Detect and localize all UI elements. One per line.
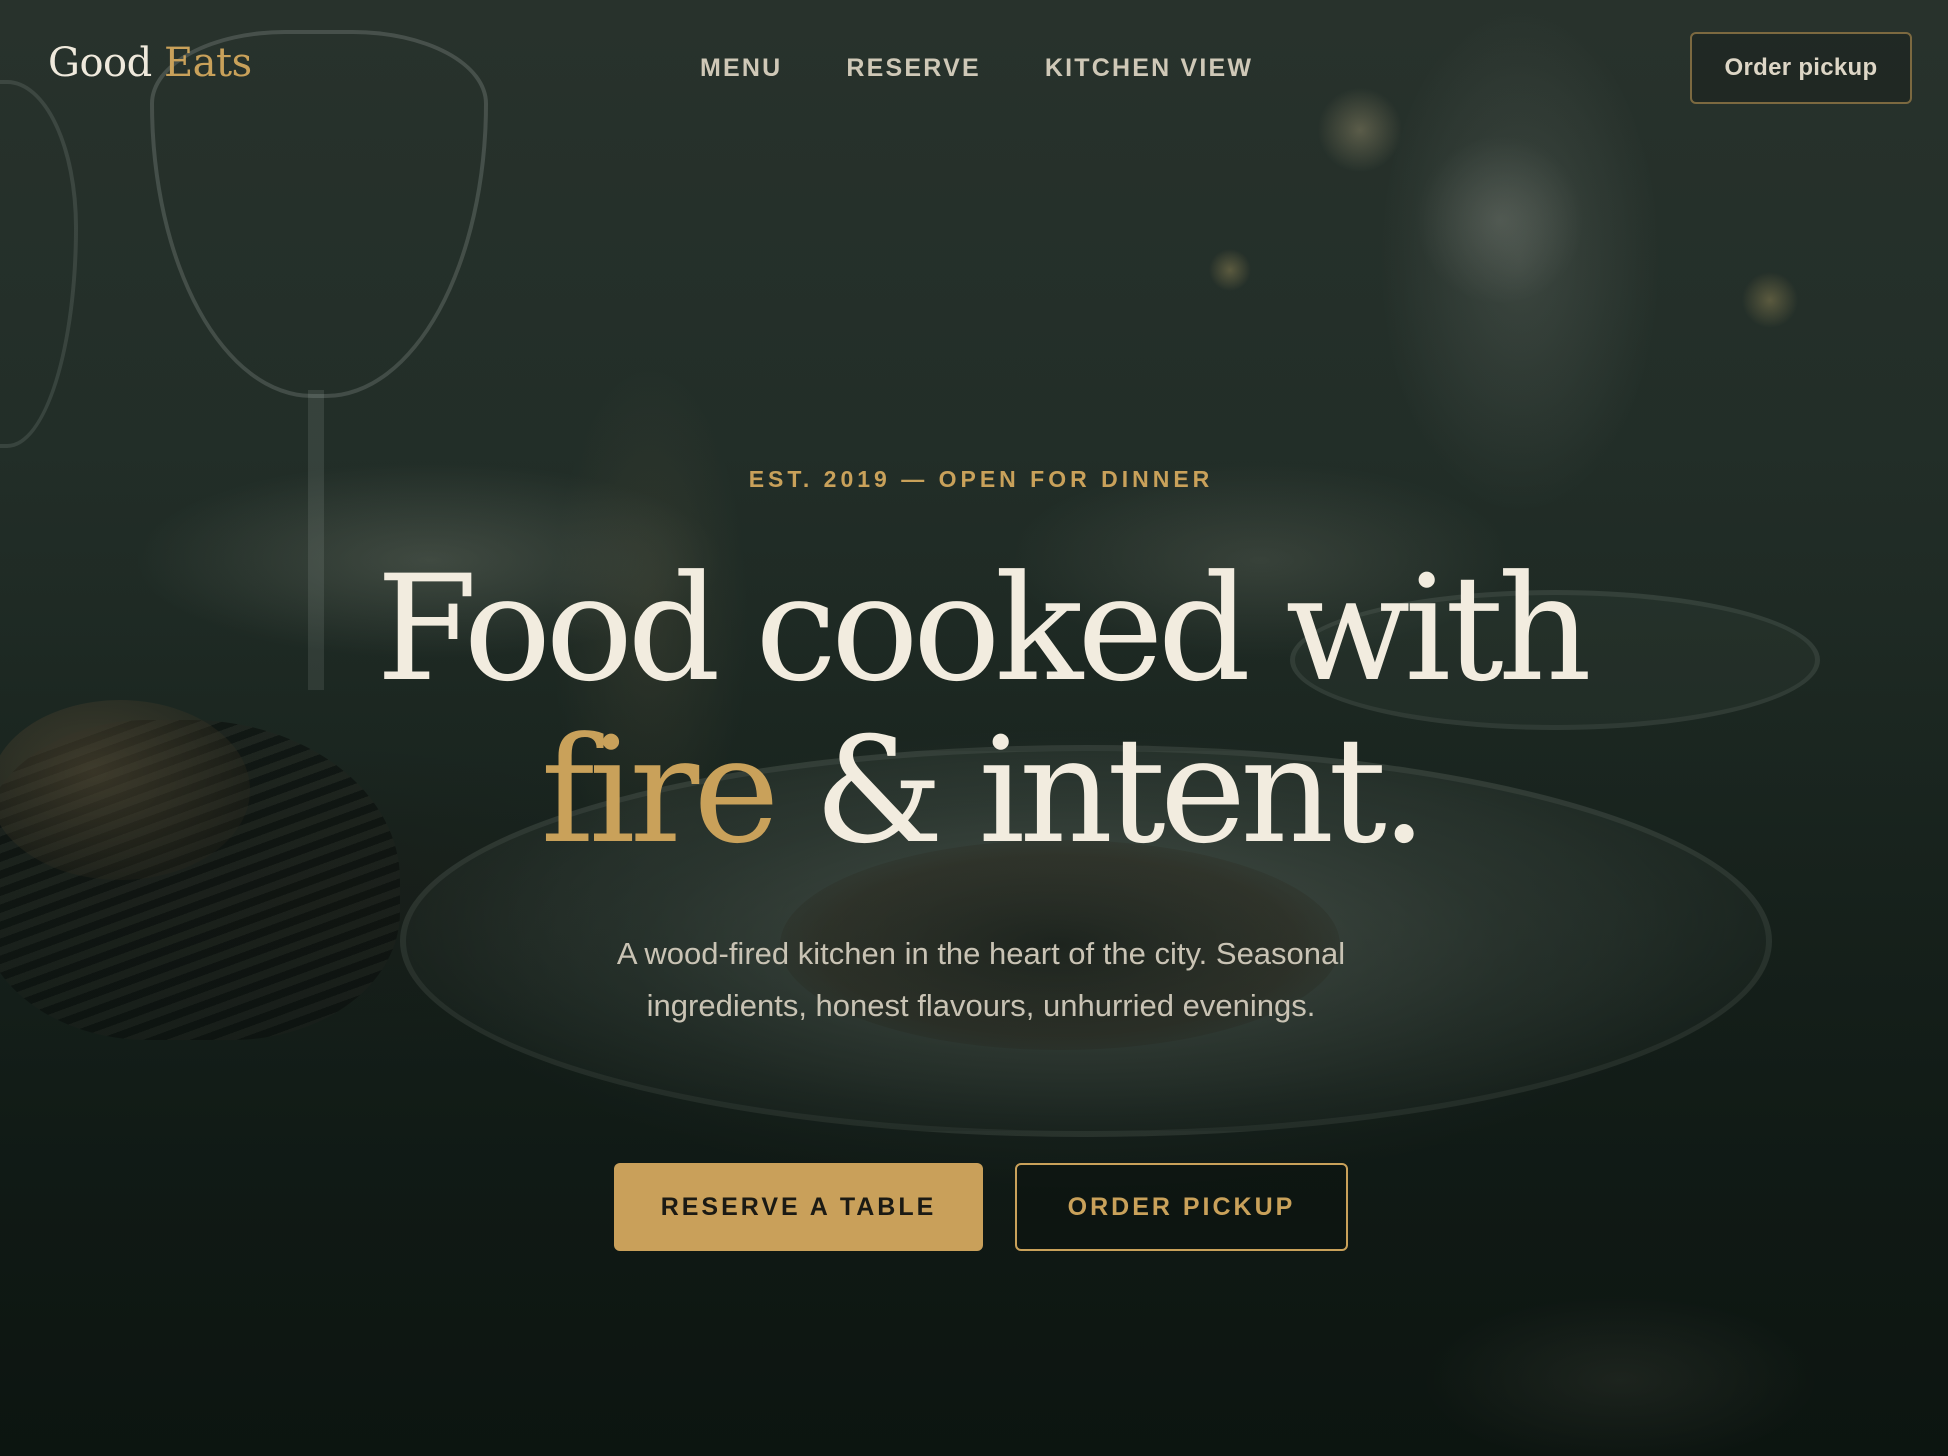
hero-eyebrow: EST. 2019 — OPEN FOR DINNER <box>748 466 1214 492</box>
hero-lede: A wood-fired kitchen in the heart of the… <box>616 936 1346 1023</box>
page: Good Eats MENU RESERVE KITCHEN VIEW Orde… <box>0 0 1948 1456</box>
order-pickup-nav-button[interactable]: Order pickup <box>1690 32 1912 104</box>
logo[interactable]: Good Eats <box>48 40 252 86</box>
headline-line-1: Food cooked with <box>376 544 1592 714</box>
headline-line-2: fire & intent. <box>0 710 1948 872</box>
reserve-table-button[interactable]: RESERVE A TABLE <box>614 1163 983 1251</box>
headline-accent-word: fire <box>540 706 780 876</box>
top-nav: Good Eats MENU RESERVE KITCHEN VIEW Orde… <box>0 0 1948 144</box>
nav-link-menu[interactable]: MENU <box>700 54 782 83</box>
nav-links: MENU RESERVE KITCHEN VIEW <box>700 54 1253 83</box>
logo-text-primary: Good <box>48 40 152 86</box>
hero-headline: Food cooked with fire & intent. <box>0 548 1948 872</box>
nav-link-kitchen-view[interactable]: KITCHEN VIEW <box>1045 54 1253 83</box>
order-pickup-button[interactable]: ORDER PICKUP <box>1015 1163 1348 1251</box>
headline-line-2-rest: & intent. <box>773 706 1427 876</box>
logo-text-accent: Eats <box>163 40 252 86</box>
nav-link-reserve[interactable]: RESERVE <box>846 54 980 83</box>
